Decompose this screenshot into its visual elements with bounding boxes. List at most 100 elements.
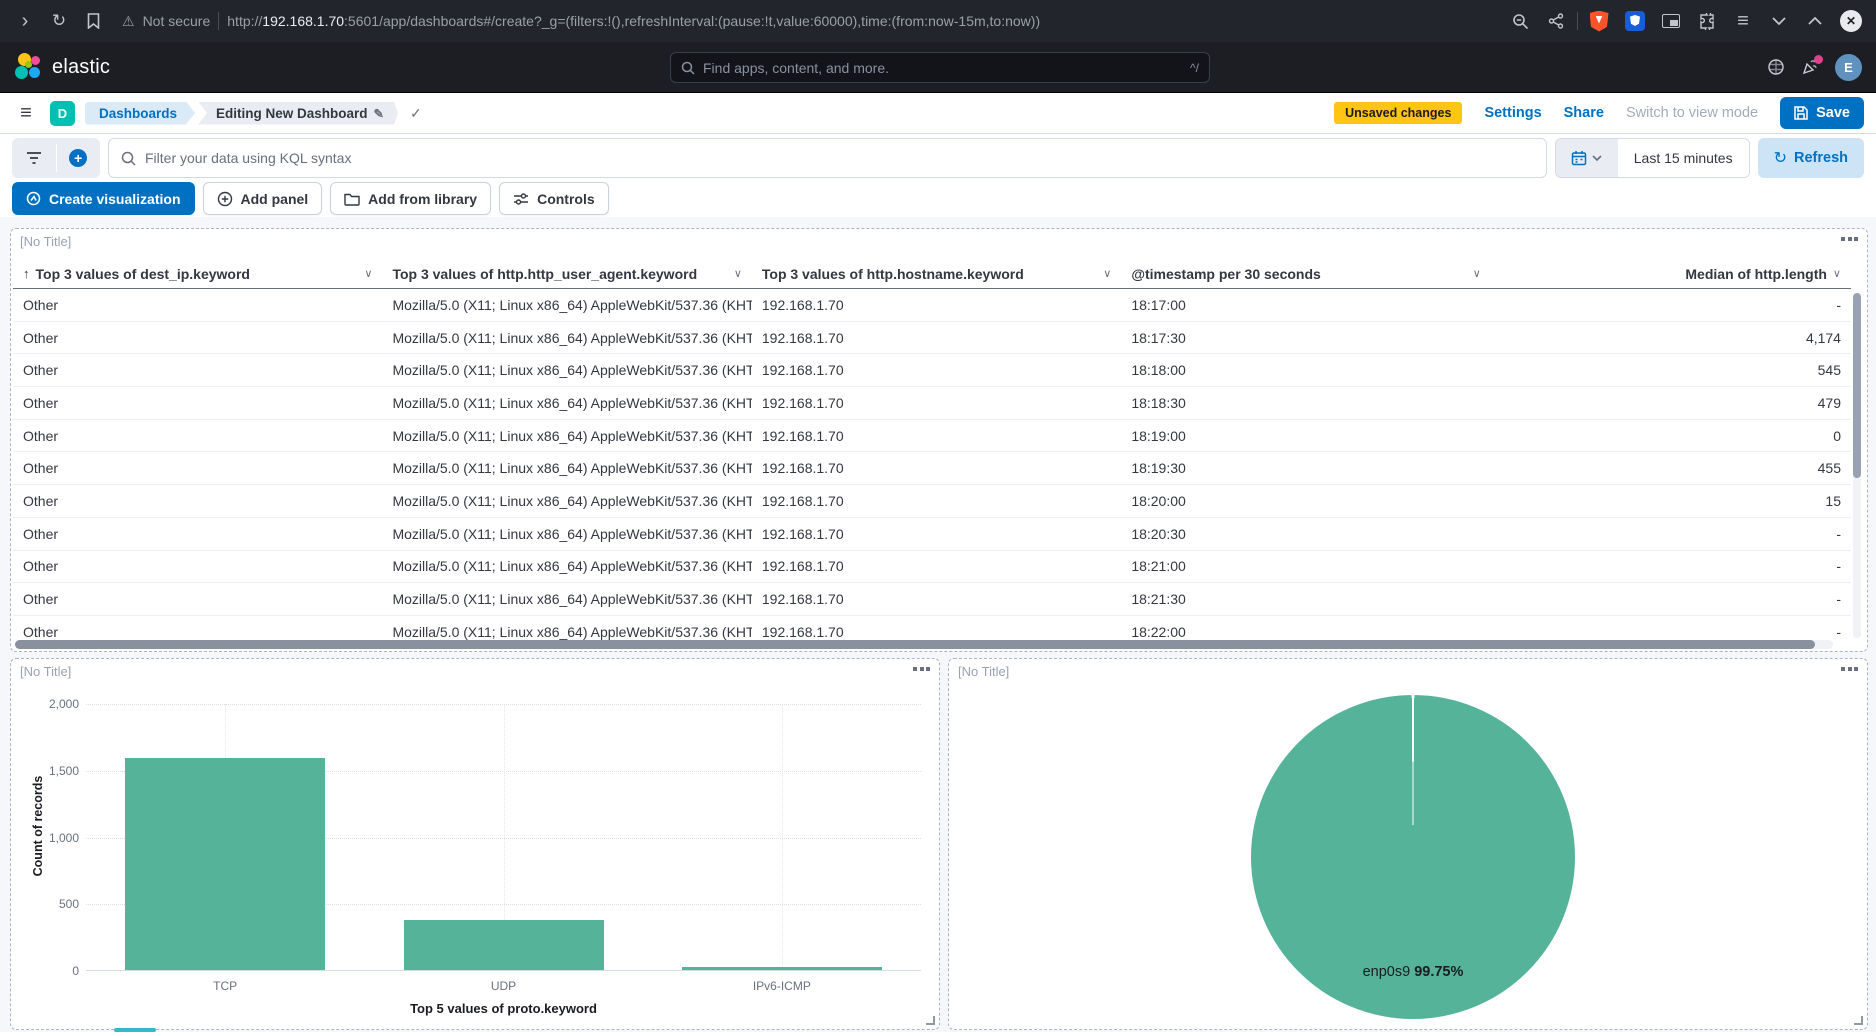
table-row[interactable]: OtherMozilla/5.0 (X11; Linux x86_64) App… — [13, 387, 1851, 420]
bar[interactable] — [125, 758, 325, 970]
search-shortcut-hint: ^/ — [1190, 61, 1199, 75]
dashboard-canvas: [No Title] ↑Top 3 values of dest_ip.keyw… — [0, 217, 1876, 1032]
table-cell: Other — [13, 428, 382, 444]
refresh-button[interactable]: ↻ Refresh — [1758, 138, 1864, 178]
extensions-puzzle-icon[interactable] — [1692, 6, 1722, 36]
table-cell: 18:19:30 — [1121, 460, 1490, 476]
address-bar[interactable]: ⚠ Not secure http://192.168.1.70:5601/ap… — [122, 12, 1501, 30]
help-globe-icon[interactable] — [1767, 58, 1785, 76]
filter-menu-button[interactable] — [12, 138, 56, 178]
panel-options-icon[interactable] — [909, 663, 934, 675]
kql-search-input[interactable]: Filter your data using KQL syntax — [108, 138, 1547, 178]
y-tick-label: 1,000 — [17, 831, 79, 845]
save-button[interactable]: Save — [1780, 97, 1864, 129]
table-row[interactable]: OtherMozilla/5.0 (X11; Linux x86_64) App… — [13, 452, 1851, 485]
table-cell: Mozilla/5.0 (X11; Linux x86_64) AppleWeb… — [382, 558, 751, 574]
panel-title[interactable]: [No Title] — [958, 664, 1009, 679]
create-visualization-button[interactable]: Create visualization — [12, 182, 195, 215]
share-button[interactable]: Share — [1564, 105, 1604, 121]
controls-button[interactable]: Controls — [499, 182, 609, 215]
table-horizontal-scrollbar[interactable] — [15, 640, 1833, 649]
elastic-logo-icon[interactable] — [14, 52, 44, 82]
table-cell: - — [1491, 624, 1851, 640]
edit-actions-bar: Create visualization Add panel Add from … — [0, 182, 1876, 217]
table-cell: Other — [13, 493, 382, 509]
time-range-value[interactable]: Last 15 minutes — [1618, 139, 1749, 177]
table-row[interactable]: OtherMozilla/5.0 (X11; Linux x86_64) App… — [13, 583, 1851, 616]
forward-icon[interactable]: › — [10, 6, 40, 36]
settings-button[interactable]: Settings — [1484, 105, 1541, 121]
table-row[interactable]: OtherMozilla/5.0 (X11; Linux x86_64) App… — [13, 485, 1851, 518]
breadcrumb-current[interactable]: Editing New Dashboard✎ — [198, 102, 398, 125]
share-icon[interactable] — [1541, 6, 1571, 36]
table-cell: Mozilla/5.0 (X11; Linux x86_64) AppleWeb… — [382, 624, 751, 640]
table-row[interactable]: OtherMozilla/5.0 (X11; Linux x86_64) App… — [13, 551, 1851, 584]
bookmark-icon[interactable] — [78, 6, 108, 36]
column-header[interactable]: Median of http.length∨ — [1491, 266, 1851, 282]
search-icon — [681, 61, 695, 75]
brave-shield-icon[interactable] — [1584, 6, 1614, 36]
breadcrumb-dashboards[interactable]: Dashboards — [85, 102, 195, 125]
table-cell: 18:19:00 — [1121, 428, 1490, 444]
panel-options-icon[interactable] — [1837, 663, 1862, 675]
table-vertical-scrollbar[interactable] — [1853, 293, 1861, 638]
table-panel[interactable]: [No Title] ↑Top 3 values of dest_ip.keyw… — [10, 228, 1868, 652]
panel-resize-handle[interactable] — [926, 1016, 935, 1025]
table-row[interactable]: OtherMozilla/5.0 (X11; Linux x86_64) App… — [13, 322, 1851, 355]
table-cell: Other — [13, 297, 382, 313]
panel-resize-handle[interactable] — [1854, 1016, 1863, 1025]
column-header[interactable]: ↑Top 3 values of dest_ip.keyword∨ — [13, 266, 382, 282]
chevron-down-icon[interactable] — [1764, 6, 1794, 36]
panel-title[interactable]: [No Title] — [20, 664, 71, 679]
browser-menu-icon[interactable]: ≡ — [1728, 6, 1758, 36]
switch-view-mode-button[interactable]: Switch to view mode — [1626, 105, 1758, 121]
table-row[interactable]: OtherMozilla/5.0 (X11; Linux x86_64) App… — [13, 518, 1851, 551]
table-cell: 192.168.1.70 — [752, 362, 1121, 378]
panel-options-icon[interactable] — [1837, 233, 1862, 245]
table-cell: 18:22:00 — [1121, 624, 1490, 640]
column-header[interactable]: Top 3 values of http.hostname.keyword∨ — [752, 266, 1121, 282]
reload-icon[interactable]: ↻ — [44, 6, 74, 36]
global-search-input[interactable]: Find apps, content, and more. ^/ — [670, 52, 1210, 83]
picture-in-picture-icon[interactable] — [1656, 6, 1686, 36]
table-row[interactable]: OtherMozilla/5.0 (X11; Linux x86_64) App… — [13, 289, 1851, 322]
add-from-library-button[interactable]: Add from library — [330, 182, 491, 215]
close-window-icon[interactable]: ✕ — [1836, 6, 1866, 36]
table-cell: - — [1491, 297, 1851, 313]
chevron-down-icon: ∨ — [1103, 267, 1111, 280]
pie-chart-panel[interactable]: [No Title] enp0s9 99.75% — [948, 658, 1868, 1030]
table-cell: Other — [13, 362, 382, 378]
table-row[interactable]: OtherMozilla/5.0 (X11; Linux x86_64) App… — [13, 354, 1851, 387]
table-cell: 18:17:00 — [1121, 297, 1490, 313]
dashboards-app-badge[interactable]: D — [50, 101, 75, 126]
table-cell: Other — [13, 395, 382, 411]
bar[interactable] — [682, 967, 882, 970]
table-cell: 192.168.1.70 — [752, 330, 1121, 346]
nav-menu-icon[interactable]: ≡ — [12, 102, 40, 125]
add-filter-button[interactable]: + — [57, 138, 101, 178]
query-bar: + Filter your data using KQL syntax Last… — [0, 134, 1876, 182]
y-tick-label: 500 — [17, 897, 79, 911]
zoom-out-icon[interactable] — [1505, 6, 1535, 36]
column-header[interactable]: Top 3 values of http.http_user_agent.key… — [382, 266, 751, 282]
table-cell: Mozilla/5.0 (X11; Linux x86_64) AppleWeb… — [382, 362, 751, 378]
table-cell: 15 — [1491, 493, 1851, 509]
bar-chart-panel[interactable]: [No Title] Count of records Top 5 values… — [10, 658, 940, 1030]
check-icon[interactable]: ✓ — [410, 105, 422, 122]
bitwarden-icon[interactable] — [1620, 6, 1650, 36]
table-cell: 18:17:30 — [1121, 330, 1490, 346]
table-row[interactable]: OtherMozilla/5.0 (X11; Linux x86_64) App… — [13, 616, 1851, 641]
panel-title[interactable]: [No Title] — [20, 234, 71, 249]
calendar-button[interactable] — [1556, 139, 1618, 177]
time-picker: Last 15 minutes — [1555, 138, 1750, 178]
user-avatar[interactable]: E — [1835, 54, 1862, 81]
table-row[interactable]: OtherMozilla/5.0 (X11; Linux x86_64) App… — [13, 420, 1851, 453]
chevron-down-icon: ∨ — [1833, 267, 1841, 280]
table-cell: Other — [13, 624, 382, 640]
newsfeed-icon[interactable] — [1801, 58, 1819, 76]
table-cell: 192.168.1.70 — [752, 460, 1121, 476]
bar[interactable] — [404, 920, 604, 970]
chevron-up-icon[interactable] — [1800, 6, 1830, 36]
column-header[interactable]: @timestamp per 30 seconds∨ — [1121, 266, 1490, 282]
add-panel-button[interactable]: Add panel — [203, 182, 323, 215]
